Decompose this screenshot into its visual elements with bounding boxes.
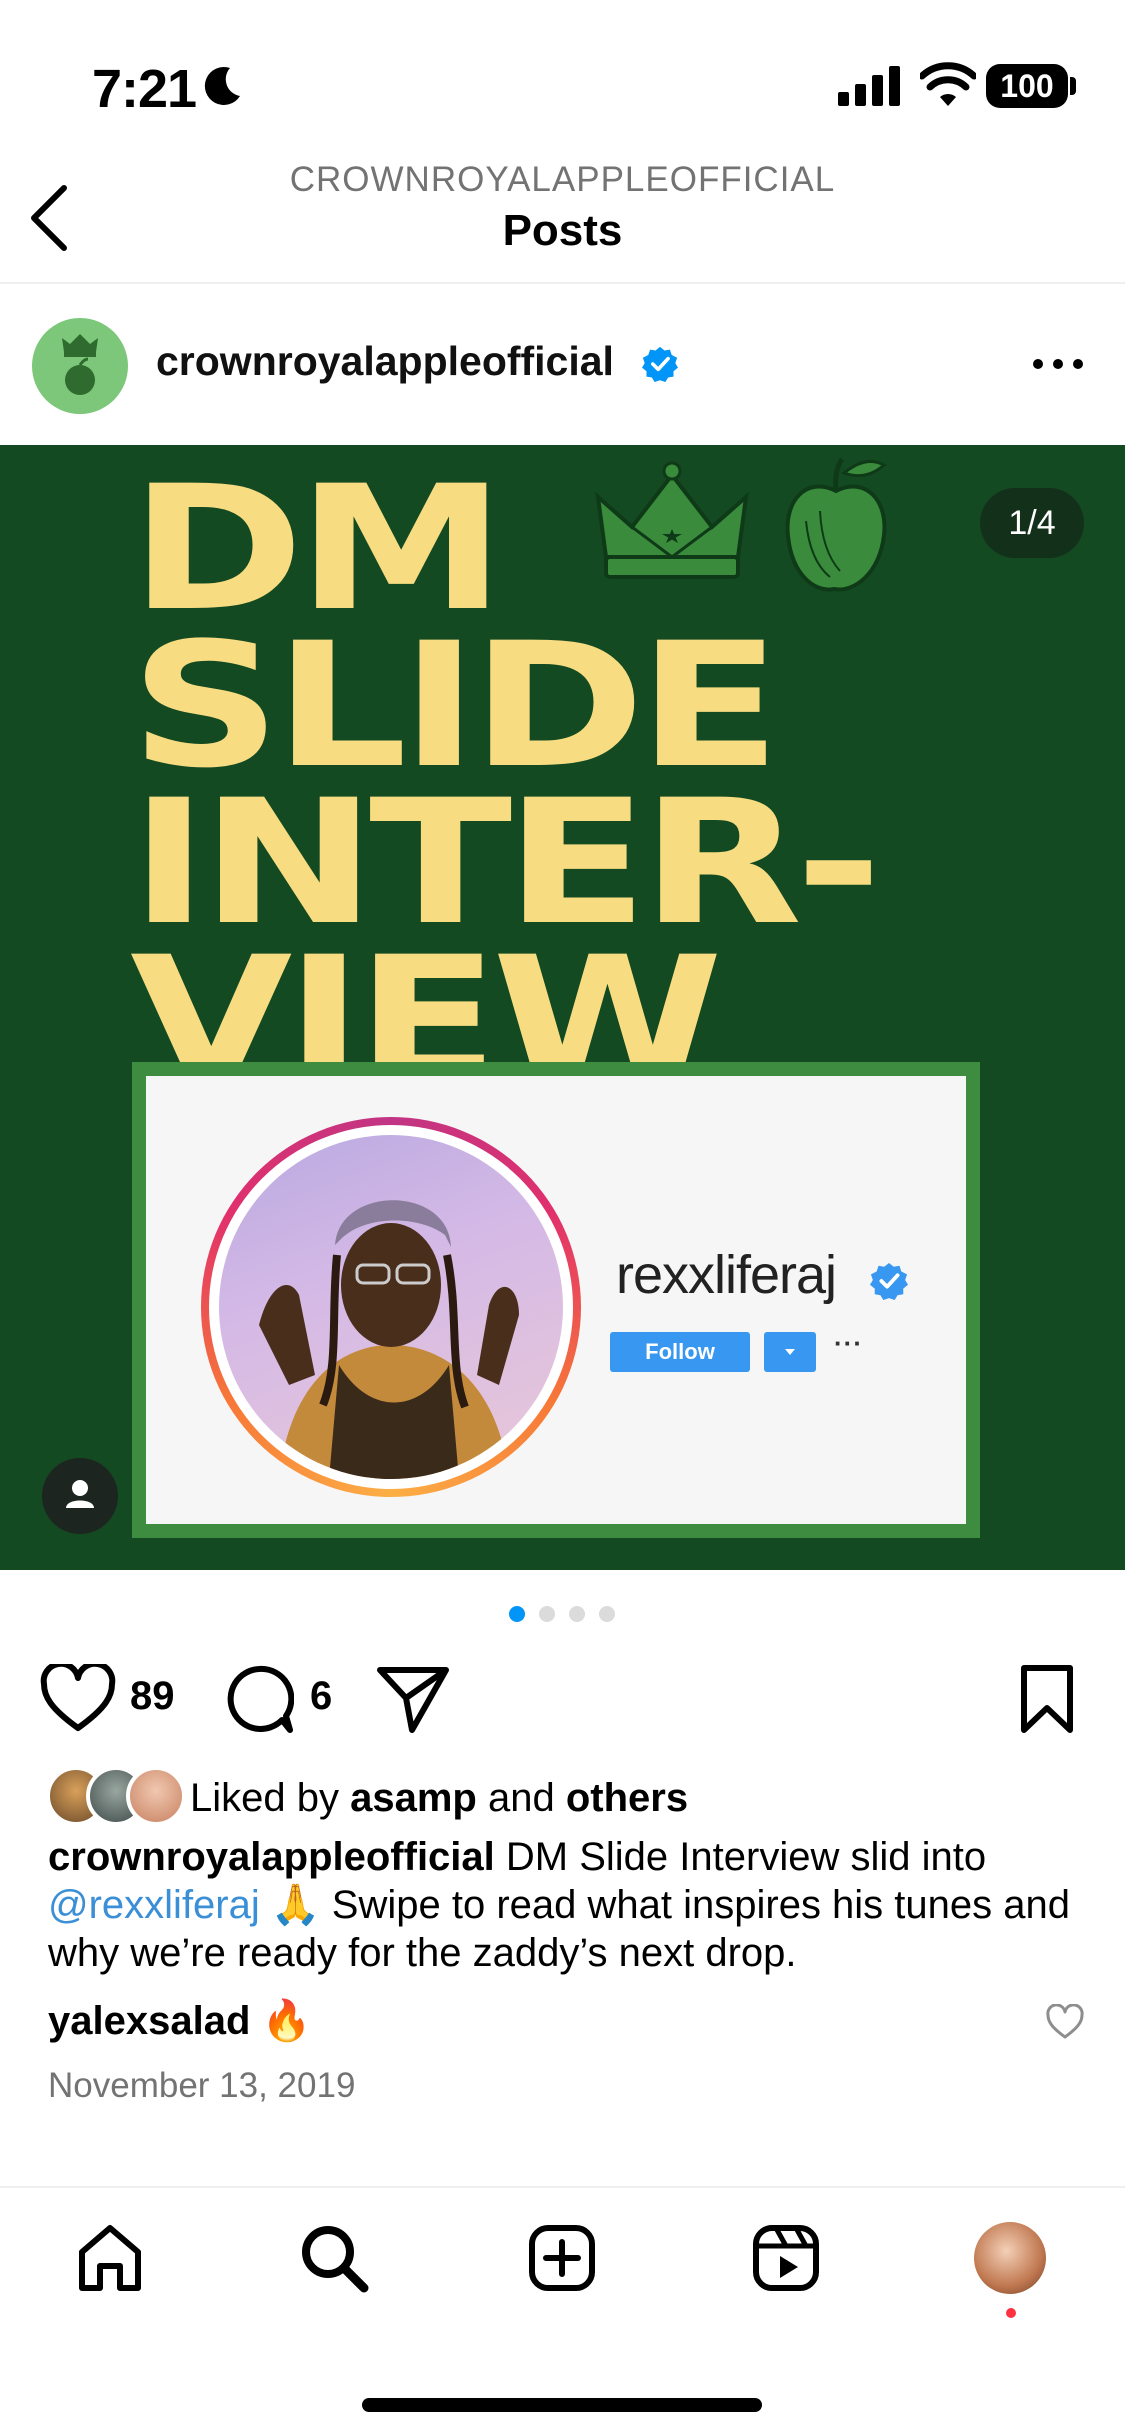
liker-avatar-3[interactable] (126, 1766, 186, 1826)
profile-card-username: rexxliferaj (616, 1245, 837, 1305)
post-author-username[interactable]: crownroyalappleofficial (156, 338, 614, 385)
home-indicator (362, 2398, 762, 2412)
carousel-dot-2 (539, 1606, 555, 1622)
comment-like-heart-icon[interactable] (1046, 2004, 1084, 2040)
more-options-icon[interactable] (1030, 340, 1086, 388)
liked-by-prefix: Liked by (190, 1776, 351, 1820)
header-username: CROWNROYALAPPLEOFFICIAL (289, 160, 836, 199)
verified-badge-icon (642, 346, 678, 382)
person-illustration (259, 1200, 519, 1479)
battery-indicator: 100 (986, 64, 1068, 108)
share-send-icon[interactable] (376, 1664, 450, 1734)
tagged-people-button[interactable] (42, 1458, 118, 1534)
liked-by-user[interactable]: asamp (350, 1776, 477, 1820)
carousel-dot-3 (569, 1606, 585, 1622)
comment-user[interactable]: yalexsalad (48, 1999, 250, 2043)
caption-text-1: DM Slide Interview slid into (494, 1835, 987, 1879)
card-follow-button: Follow (610, 1332, 750, 1372)
page-title: Posts (502, 206, 623, 255)
search-icon[interactable] (298, 2222, 370, 2294)
tabbar-divider (0, 2186, 1125, 2188)
bookmark-icon[interactable] (1018, 1664, 1076, 1734)
home-icon[interactable] (74, 2222, 146, 2294)
comment-icon[interactable] (224, 1664, 294, 1734)
notification-dot (1006, 2308, 1016, 2318)
reels-icon[interactable] (750, 2222, 822, 2294)
likes-count[interactable]: 89 (130, 1674, 175, 1719)
comment-preview[interactable]: yalexsalad 🔥 (48, 1997, 311, 2045)
comment-text: 🔥 (250, 1999, 312, 2043)
apple-icon (785, 457, 887, 592)
like-heart-icon[interactable] (40, 1664, 116, 1734)
story-ring (201, 1117, 581, 1497)
card-dropdown-button (764, 1332, 816, 1372)
crown-icon (595, 461, 749, 579)
crown-apple-logo (62, 334, 98, 395)
comments-count[interactable]: 6 (310, 1674, 332, 1719)
post-author-name[interactable]: crownroyalappleofficial (156, 338, 614, 384)
liked-by-others[interactable]: others (566, 1776, 688, 1820)
caption-mention[interactable]: @rexxliferaj (48, 1883, 260, 1927)
status-time: 7:21 (92, 59, 197, 119)
brand-avatar[interactable] (32, 318, 128, 414)
battery-tip (1070, 77, 1076, 95)
carousel-dot-4 (599, 1606, 615, 1622)
profile-card: rexxliferaj Follow ··· (132, 1062, 980, 1538)
carousel-counter: 1/4 (980, 488, 1084, 558)
post-date: November 13, 2019 (48, 2066, 356, 2105)
post-caption: crownroyalappleofficial DM Slide Intervi… (48, 1833, 1088, 1977)
moon-icon (204, 66, 240, 105)
liked-by-text[interactable]: Liked by asamp and others (190, 1774, 688, 1822)
profile-card-inner: rexxliferaj Follow ··· (146, 1076, 966, 1524)
wifi-icon (920, 62, 976, 106)
liked-by-middle: and (476, 1776, 566, 1820)
caret-down-icon (785, 1349, 795, 1355)
profile-avatar-tab[interactable] (974, 2222, 1046, 2294)
carousel-dot-1 (509, 1606, 525, 1622)
profile-photo (219, 1135, 563, 1479)
card-more-icon: ··· (834, 1328, 863, 1358)
create-post-icon[interactable] (526, 2222, 598, 2294)
caption-author[interactable]: crownroyalappleofficial (48, 1835, 495, 1879)
card-verified-badge-icon (870, 1262, 908, 1300)
header-divider (0, 282, 1125, 284)
cellular-signal-icon (838, 66, 900, 106)
person-icon (66, 1480, 94, 1508)
